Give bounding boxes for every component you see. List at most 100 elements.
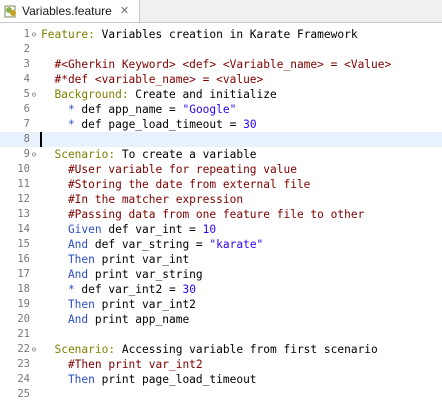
code-text: #In the matcher expression xyxy=(41,192,243,207)
token-plain: def var_string = xyxy=(94,238,210,251)
token-plain: print var_int xyxy=(101,253,190,266)
code-line[interactable]: 17 And print var_string xyxy=(0,267,442,282)
token-step: And xyxy=(41,268,95,281)
line-number: 3 xyxy=(23,58,30,70)
token-step: And xyxy=(41,238,95,251)
code-text: #<Gherkin Keyword> <def> <Variable_name>… xyxy=(41,57,391,72)
token-plain: def app_name = xyxy=(81,103,183,116)
fold-toggle-icon[interactable]: ⊖ xyxy=(30,147,38,162)
token-plain: To create a variable xyxy=(115,148,257,161)
code-line[interactable]: 22 ⊖ Scenario: Accessing variable from fi… xyxy=(0,342,442,357)
token-num: 30 xyxy=(243,118,257,131)
code-line[interactable]: 6 * def app_name = "Google" xyxy=(0,102,442,117)
code-text: Then print var_int xyxy=(41,252,189,267)
line-number: 23 xyxy=(17,358,30,370)
line-number: 8 xyxy=(23,133,30,145)
line-number: 18 xyxy=(17,283,30,295)
token-cmt: #*def <variable_name> = <value> xyxy=(41,73,264,86)
token-plain: print app_name xyxy=(94,313,190,326)
token-step: * xyxy=(41,103,82,116)
token-step: Then xyxy=(41,373,102,386)
code-text: #*def <variable_name> = <value> xyxy=(41,72,263,87)
line-number: 19 xyxy=(17,298,30,310)
token-step: * xyxy=(41,283,82,296)
code-line[interactable]: 21 xyxy=(0,327,442,342)
line-number: 21 xyxy=(17,328,30,340)
code-text: * def page_load_timeout = 30 xyxy=(41,117,257,132)
code-text: Given def var_int = 10 xyxy=(41,222,216,237)
token-cmt: #In the matcher expression xyxy=(41,193,244,206)
line-number: 9 xyxy=(23,148,30,160)
editor-tab-bar: Variables.feature ✕ xyxy=(0,0,442,23)
code-text: Then print page_load_timeout xyxy=(41,372,257,387)
token-cmt: #Storing the date from external file xyxy=(41,178,311,191)
code-text: And def var_string = "karate" xyxy=(41,237,263,252)
text-cursor xyxy=(40,132,42,147)
code-line[interactable]: 18 * def var_int2 = 30 xyxy=(0,282,442,297)
code-line[interactable]: 9 ⊖ Scenario: To create a variable xyxy=(0,147,442,162)
line-number: 12 xyxy=(17,193,30,205)
line-number: 16 xyxy=(17,253,30,265)
code-line[interactable]: 23 #Then print var_int2 xyxy=(0,357,442,372)
line-number: 7 xyxy=(23,118,30,130)
token-cmt: #<Gherkin Keyword> <def> <Variable_name>… xyxy=(41,58,392,71)
code-text: #User variable for repeating value xyxy=(41,162,297,177)
code-text: Scenario: Accessing variable from first … xyxy=(41,342,378,357)
code-line[interactable]: 24 Then print page_load_timeout xyxy=(0,372,442,387)
code-line[interactable]: 16 Then print var_int xyxy=(0,252,442,267)
line-number: 22 xyxy=(17,343,30,355)
code-line[interactable]: 19 Then print var_int2 xyxy=(0,297,442,312)
code-line[interactable]: 12 #In the matcher expression xyxy=(0,192,442,207)
line-number: 13 xyxy=(17,208,30,220)
code-line[interactable]: 11 #Storing the date from external file xyxy=(0,177,442,192)
feature-file-icon xyxy=(4,5,16,18)
code-line[interactable]: 1 ⊖ Feature: Variables creation in Karate … xyxy=(0,27,442,42)
token-step: Given xyxy=(41,223,109,236)
code-line[interactable]: 10 #User variable for repeating value xyxy=(0,162,442,177)
fold-toggle-icon[interactable]: ⊖ xyxy=(30,342,38,357)
code-line[interactable]: 15 And def var_string = "karate" xyxy=(0,237,442,252)
code-line[interactable]: 13 #Passing data from one feature file t… xyxy=(0,207,442,222)
token-cmt: #Passing data from one feature file to o… xyxy=(41,208,365,221)
code-text: #Storing the date from external file xyxy=(41,177,310,192)
code-text: And print var_string xyxy=(41,267,203,282)
line-number: 5 xyxy=(23,88,30,100)
token-plain: def var_int = xyxy=(108,223,203,236)
token-cmt: #User variable for repeating value xyxy=(41,163,297,176)
token-plain: Create and initialize xyxy=(128,88,277,101)
code-text: * def app_name = "Google" xyxy=(41,102,236,117)
code-editor[interactable]: 1 ⊖ Feature: Variables creation in Karate … xyxy=(0,23,442,404)
code-line[interactable]: 2 xyxy=(0,42,442,57)
token-ftr: Scenario: xyxy=(41,343,116,356)
line-number: 25 xyxy=(17,388,30,400)
code-line[interactable]: 4 #*def <variable_name> = <value> xyxy=(0,72,442,87)
code-line[interactable]: 25 xyxy=(0,387,442,402)
code-line[interactable]: 8 xyxy=(0,132,442,147)
token-plain: print page_load_timeout xyxy=(101,373,257,386)
code-line[interactable]: 14 Given def var_int = 10 xyxy=(0,222,442,237)
token-str: "Google" xyxy=(182,103,237,116)
code-line[interactable]: 20 And print app_name xyxy=(0,312,442,327)
close-icon[interactable]: ✕ xyxy=(120,5,129,17)
token-step: And xyxy=(41,313,95,326)
code-line[interactable]: 5 ⊖ Background: Create and initialize xyxy=(0,87,442,102)
fold-toggle-icon[interactable]: ⊖ xyxy=(30,87,38,102)
fold-toggle-icon[interactable]: ⊖ xyxy=(30,27,38,42)
tab-variables-feature[interactable]: Variables.feature ✕ xyxy=(0,0,140,22)
code-line[interactable]: 3 #<Gherkin Keyword> <def> <Variable_nam… xyxy=(0,57,442,72)
token-step: Then xyxy=(41,253,102,266)
token-str: "karate" xyxy=(209,238,264,251)
line-number: 2 xyxy=(23,43,30,55)
line-number: 17 xyxy=(17,268,30,280)
line-number: 15 xyxy=(17,238,30,250)
code-text: #Passing data from one feature file to o… xyxy=(41,207,364,222)
token-num: 30 xyxy=(182,283,196,296)
code-line[interactable]: 7 * def page_load_timeout = 30 xyxy=(0,117,442,132)
token-plain: Accessing variable from first scenario xyxy=(115,343,378,356)
token-ftr: Scenario: xyxy=(41,148,116,161)
line-number: 11 xyxy=(17,178,30,190)
line-number: 14 xyxy=(17,223,30,235)
code-text: #Then print var_int2 xyxy=(41,357,203,372)
line-number: 6 xyxy=(23,103,30,115)
line-number: 10 xyxy=(17,163,30,175)
